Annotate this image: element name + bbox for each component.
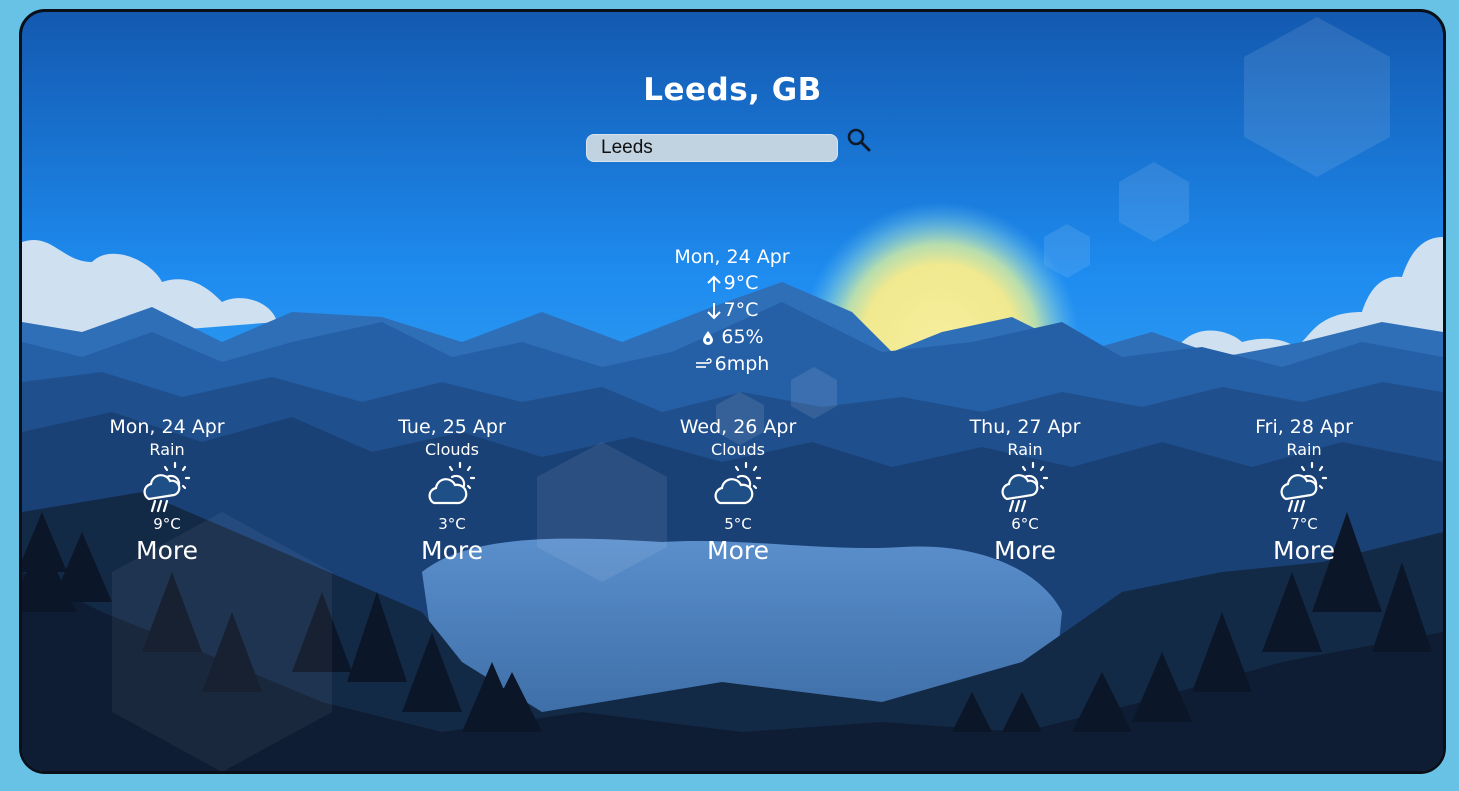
forecast-temp: 7°C [1290, 515, 1318, 533]
forecast-condition: Rain [149, 440, 185, 459]
forecast-condition: Rain [1286, 440, 1322, 459]
forecast-day-card: Wed, 26 Apr Clouds 5°C More [638, 415, 838, 569]
current-date: Mon, 24 Apr [674, 246, 790, 268]
more-button[interactable]: More [1273, 533, 1335, 569]
rain-sun-icon [1001, 461, 1049, 513]
mountain-landscape-background [22, 12, 1443, 771]
forecast-day-card: Mon, 24 Apr Rain 9°C More [67, 415, 267, 569]
min-temp-value: 7°C [723, 299, 759, 321]
forecast-temp: 6°C [1011, 515, 1039, 533]
cloud-sun-icon [714, 461, 762, 505]
forecast-date: Fri, 28 Apr [1255, 416, 1353, 438]
wind-row: 6mph [582, 351, 882, 378]
location-title: Leeds, GB [643, 72, 822, 108]
forecast-date: Wed, 26 Apr [679, 416, 797, 438]
humidity-row: 65% [582, 324, 882, 351]
more-button[interactable]: More [994, 533, 1056, 569]
more-button[interactable]: More [707, 533, 769, 569]
more-button[interactable]: More [421, 533, 483, 569]
search-button[interactable] [845, 127, 873, 155]
current-weather: Mon, 24 Apr 9°C 7°C 65% 6mph [582, 244, 882, 378]
arrow-up-icon [706, 275, 721, 292]
max-temp-row: 9°C [582, 270, 882, 297]
max-temp-value: 9°C [723, 272, 759, 294]
forecast-temp: 5°C [724, 515, 752, 533]
weather-app-frame: Leeds, GB Mon, 24 Apr 9°C 7°C 65% 6mph [19, 9, 1446, 774]
wind-icon [695, 357, 712, 368]
cloud-sun-icon [428, 461, 476, 505]
forecast-condition: Clouds [424, 440, 480, 459]
forecast-date: Thu, 27 Apr [969, 416, 1081, 438]
forecast-condition: Rain [1007, 440, 1043, 459]
search-icon [847, 128, 871, 152]
forecast-temp: 9°C [153, 515, 181, 533]
forecast-temp: 3°C [438, 515, 466, 533]
min-temp-row: 7°C [582, 297, 882, 324]
forecast-day-card: Thu, 27 Apr Rain 6°C More [925, 415, 1125, 569]
search-input[interactable] [586, 134, 838, 162]
more-button[interactable]: More [136, 533, 198, 569]
humidity-value: 65% [721, 326, 764, 348]
forecast-condition: Clouds [710, 440, 766, 459]
forecast-list: Mon, 24 Apr Rain 9°C More Tue, 25 Apr Cl… [22, 415, 1443, 595]
rain-sun-icon [143, 461, 191, 513]
rain-sun-icon [1280, 461, 1328, 513]
forecast-date: Tue, 25 Apr [398, 416, 506, 438]
forecast-date: Mon, 24 Apr [109, 416, 225, 438]
arrow-down-icon [706, 302, 721, 319]
forecast-day-card: Tue, 25 Apr Clouds 3°C More [352, 415, 552, 569]
forecast-day-card: Fri, 28 Apr Rain 7°C More [1204, 415, 1404, 569]
droplet-icon [703, 330, 714, 345]
wind-value: 6mph [714, 353, 770, 375]
search-bar [586, 128, 873, 163]
